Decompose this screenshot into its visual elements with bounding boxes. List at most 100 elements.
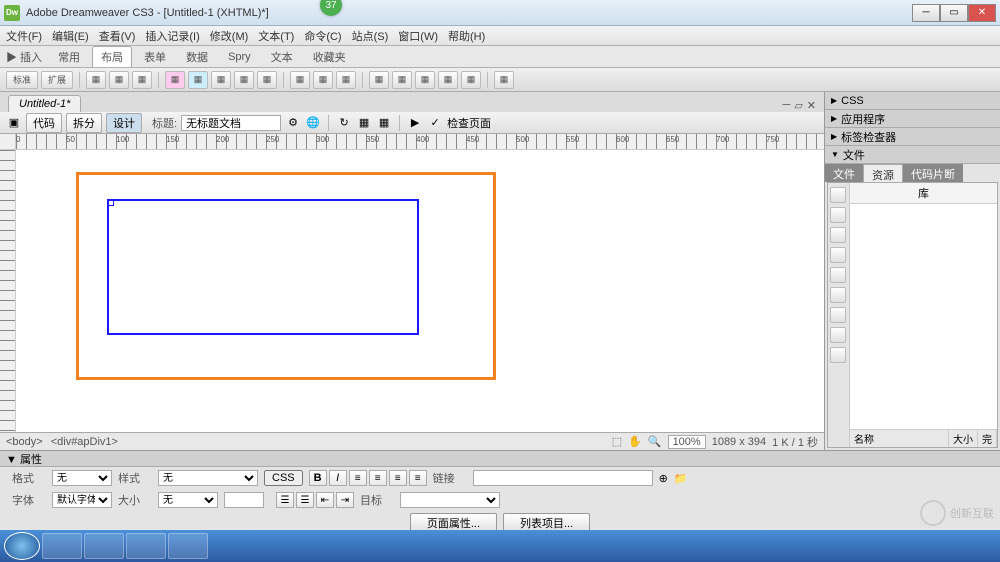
- app-panel-header[interactable]: ▶应用程序: [825, 110, 1000, 128]
- library-icon[interactable]: [830, 347, 846, 363]
- menu-text[interactable]: 文本(T): [258, 28, 294, 44]
- link-folder-icon[interactable]: 📁: [674, 472, 688, 485]
- format-select[interactable]: 无: [52, 470, 112, 486]
- doc-restore-icon[interactable]: ▱: [794, 99, 802, 112]
- toolbar-icon-5[interactable]: ▶: [407, 115, 423, 131]
- list-ol-button[interactable]: ☰: [296, 492, 314, 508]
- layout-icon-9[interactable]: ▦: [290, 71, 310, 89]
- layout-icon-16[interactable]: ▦: [461, 71, 481, 89]
- bold-button[interactable]: B: [309, 470, 327, 486]
- col-name[interactable]: 名称: [850, 430, 949, 447]
- insert-tab-fav[interactable]: 收藏夹: [305, 47, 354, 67]
- layout-icon-5[interactable]: ▦: [188, 71, 208, 89]
- zoom-select[interactable]: 100%: [668, 435, 706, 449]
- layout-icon-15[interactable]: ▦: [438, 71, 458, 89]
- menu-site[interactable]: 站点(S): [352, 28, 389, 44]
- menu-modify[interactable]: 修改(M): [210, 28, 249, 44]
- font-select[interactable]: 默认字体: [52, 492, 112, 508]
- css-panel-header[interactable]: ▶CSS: [825, 92, 1000, 110]
- insert-label[interactable]: ▶ 插入: [6, 49, 42, 65]
- expanded-button[interactable]: 扩展: [41, 71, 73, 89]
- layout-icon-11[interactable]: ▦: [336, 71, 356, 89]
- toolbar-icon-2[interactable]: 🌐: [305, 115, 321, 131]
- layout-icon-1[interactable]: ▦: [86, 71, 106, 89]
- size-unit-input[interactable]: [224, 492, 264, 508]
- taskbar-item-dreamweaver[interactable]: [168, 533, 208, 559]
- italic-button[interactable]: I: [329, 470, 347, 486]
- insert-tab-spry[interactable]: Spry: [220, 49, 259, 65]
- layout-icon-2[interactable]: ▦: [109, 71, 129, 89]
- layout-icon-3[interactable]: ▦: [132, 71, 152, 89]
- templates-icon[interactable]: [830, 327, 846, 343]
- align-justify-button[interactable]: ≡: [409, 470, 427, 486]
- insert-tab-form[interactable]: 表单: [136, 47, 174, 67]
- movies-icon[interactable]: [830, 287, 846, 303]
- tag-path-body[interactable]: <body>: [6, 436, 43, 448]
- zoom-tool-icon[interactable]: 🔍: [648, 435, 662, 448]
- layout-icon-17[interactable]: ▦: [494, 71, 514, 89]
- target-select[interactable]: [400, 492, 500, 508]
- toolbar-icon-4[interactable]: ▦: [376, 115, 392, 131]
- selection-handle[interactable]: [108, 200, 114, 206]
- close-button[interactable]: ✕: [968, 4, 996, 22]
- menu-window[interactable]: 窗口(W): [398, 28, 438, 44]
- scripts-icon[interactable]: [830, 307, 846, 323]
- inner-apdiv-box[interactable]: [107, 199, 419, 335]
- col-size[interactable]: 大小: [949, 430, 978, 447]
- layout-icon-8[interactable]: ▦: [257, 71, 277, 89]
- title-input[interactable]: [181, 115, 281, 131]
- minimize-button[interactable]: ─: [912, 4, 940, 22]
- layout-icon-10[interactable]: ▦: [313, 71, 333, 89]
- taskbar-item-paint[interactable]: [126, 533, 166, 559]
- urls-icon[interactable]: [830, 227, 846, 243]
- size-select[interactable]: 无: [158, 492, 218, 508]
- start-button[interactable]: [4, 532, 40, 560]
- images-icon[interactable]: [830, 187, 846, 203]
- window-size[interactable]: 1089 x 394: [712, 436, 766, 448]
- layout-icon-14[interactable]: ▦: [415, 71, 435, 89]
- design-view-button[interactable]: 设计: [106, 113, 142, 133]
- link-input[interactable]: [473, 470, 653, 486]
- menu-edit[interactable]: 编辑(E): [52, 28, 89, 44]
- check-page-icon[interactable]: ✓: [427, 115, 443, 131]
- tab-snippets[interactable]: 代码片断: [903, 164, 963, 182]
- style-select[interactable]: 无: [158, 470, 258, 486]
- select-tool-icon[interactable]: ⬚: [612, 435, 622, 448]
- list-ul-button[interactable]: ☰: [276, 492, 294, 508]
- layout-icon-4[interactable]: ▦: [165, 71, 185, 89]
- layout-icon-7[interactable]: ▦: [234, 71, 254, 89]
- notification-badge[interactable]: 37: [320, 0, 342, 16]
- refresh-icon[interactable]: ↻: [336, 115, 352, 131]
- maximize-button[interactable]: ▭: [940, 4, 968, 22]
- standard-button[interactable]: 标准: [6, 71, 38, 89]
- colors-icon[interactable]: [830, 207, 846, 223]
- layout-icon-13[interactable]: ▦: [392, 71, 412, 89]
- shockwave-icon[interactable]: [830, 267, 846, 283]
- code-view-button[interactable]: 代码: [26, 113, 62, 133]
- properties-header[interactable]: ▼ 属性: [0, 451, 1000, 467]
- insert-tab-text[interactable]: 文本: [263, 47, 301, 67]
- insert-tab-layout[interactable]: 布局: [92, 46, 132, 67]
- layout-icon-6[interactable]: ▦: [211, 71, 231, 89]
- insert-tab-common[interactable]: 常用: [50, 47, 88, 67]
- document-tab[interactable]: Untitled-1*: [8, 95, 81, 112]
- tag-panel-header[interactable]: ▶标签检查器: [825, 128, 1000, 146]
- design-canvas[interactable]: [16, 150, 824, 432]
- files-panel-header[interactable]: ▼文件: [825, 146, 1000, 164]
- menu-view[interactable]: 查看(V): [99, 28, 136, 44]
- menu-file[interactable]: 文件(F): [6, 28, 42, 44]
- hand-tool-icon[interactable]: ✋: [628, 435, 642, 448]
- link-browse-icon[interactable]: ⊕: [659, 472, 668, 485]
- toolbar-icon-3[interactable]: ▦: [356, 115, 372, 131]
- toolbar-icon-1[interactable]: ⚙: [285, 115, 301, 131]
- align-center-button[interactable]: ≡: [369, 470, 387, 486]
- check-page-label[interactable]: 检查页面: [447, 115, 491, 131]
- doc-close-icon[interactable]: ✕: [807, 99, 816, 112]
- tab-files[interactable]: 文件: [825, 164, 863, 182]
- align-left-button[interactable]: ≡: [349, 470, 367, 486]
- outer-div-box[interactable]: [76, 172, 496, 380]
- menu-insert[interactable]: 插入记录(I): [145, 28, 199, 44]
- outdent-button[interactable]: ⇤: [316, 492, 334, 508]
- doc-minimize-icon[interactable]: ─: [783, 99, 791, 112]
- insert-tab-data[interactable]: 数据: [178, 47, 216, 67]
